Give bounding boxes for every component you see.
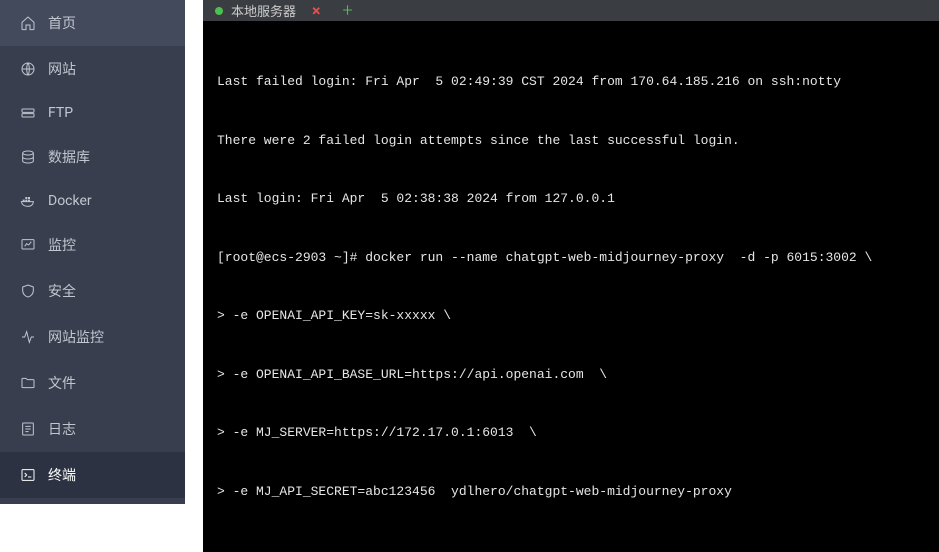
sidebar-item-label: 日志 (48, 419, 76, 439)
sidebar-item-label: 终端 (48, 465, 76, 485)
sidebar-item-files[interactable]: 文件 (0, 360, 185, 406)
terminal-icon (20, 467, 36, 483)
sidebar-item-terminal[interactable]: 终端 (0, 452, 185, 498)
sidebar-item-logs[interactable]: 日志 (0, 406, 185, 452)
sidebar: 首页 网站 FTP 数据库 Docker (0, 0, 185, 504)
sidebar-item-label: 安全 (48, 281, 76, 301)
sidebar-item-website[interactable]: 网站 (0, 46, 185, 92)
add-tab-button[interactable]: + (331, 0, 365, 21)
sidebar-item-label: 网站监控 (48, 327, 104, 347)
activity-icon (20, 329, 36, 345)
terminal-line: Last login: Fri Apr 5 02:38:38 2024 from… (217, 189, 925, 209)
terminal-line: > -e OPENAI_API_KEY=sk-xxxxx \ (217, 306, 925, 326)
terminal-output[interactable]: Last failed login: Fri Apr 5 02:49:39 CS… (203, 21, 939, 552)
status-dot-icon (215, 7, 223, 15)
sidebar-item-label: FTP (48, 105, 73, 121)
docker-icon (20, 193, 36, 209)
terminal-line: > -e OPENAI_API_BASE_URL=https://api.ope… (217, 365, 925, 385)
main-area: 本地服务器 × + Last failed login: Fri Apr 5 0… (185, 0, 939, 504)
sidebar-item-docker[interactable]: Docker (0, 180, 185, 222)
sidebar-item-label: Docker (48, 193, 92, 209)
sidebar-item-database[interactable]: 数据库 (0, 134, 185, 180)
sidebar-item-home[interactable]: 首页 (0, 0, 185, 46)
globe-icon (20, 61, 36, 77)
chart-icon (20, 237, 36, 253)
plus-icon: + (343, 0, 353, 21)
sidebar-item-label: 监控 (48, 235, 76, 255)
folder-icon (20, 375, 36, 391)
app-root: 首页 网站 FTP 数据库 Docker (0, 0, 939, 504)
sidebar-item-label: 首页 (48, 13, 76, 33)
terminal-line: There were 2 failed login attempts since… (217, 131, 925, 151)
terminal-line: [root@ecs-2903 ~]# docker run --name cha… (217, 248, 925, 268)
shield-icon (20, 283, 36, 299)
terminal-line: > -e MJ_SERVER=https://172.17.0.1:6013 \ (217, 423, 925, 443)
sidebar-item-security[interactable]: 安全 (0, 268, 185, 314)
database-icon (20, 149, 36, 165)
sidebar-item-label: 网站 (48, 59, 76, 79)
ftp-icon (20, 105, 36, 121)
log-icon (20, 421, 36, 437)
sidebar-item-label: 文件 (48, 373, 76, 393)
close-icon[interactable]: × (312, 3, 321, 19)
sidebar-item-label: 数据库 (48, 147, 90, 167)
terminal-line: Last failed login: Fri Apr 5 02:49:39 CS… (217, 72, 925, 92)
sidebar-item-monitor[interactable]: 监控 (0, 222, 185, 268)
terminal-tab[interactable]: 本地服务器 × (203, 0, 331, 21)
tab-label: 本地服务器 (231, 1, 296, 20)
home-icon (20, 15, 36, 31)
sidebar-item-site-monitor[interactable]: 网站监控 (0, 314, 185, 360)
sidebar-item-ftp[interactable]: FTP (0, 92, 185, 134)
terminal-line: > -e MJ_API_SECRET=abc123456 ydlhero/cha… (217, 482, 925, 502)
terminal-tabbar: 本地服务器 × + (203, 0, 939, 21)
